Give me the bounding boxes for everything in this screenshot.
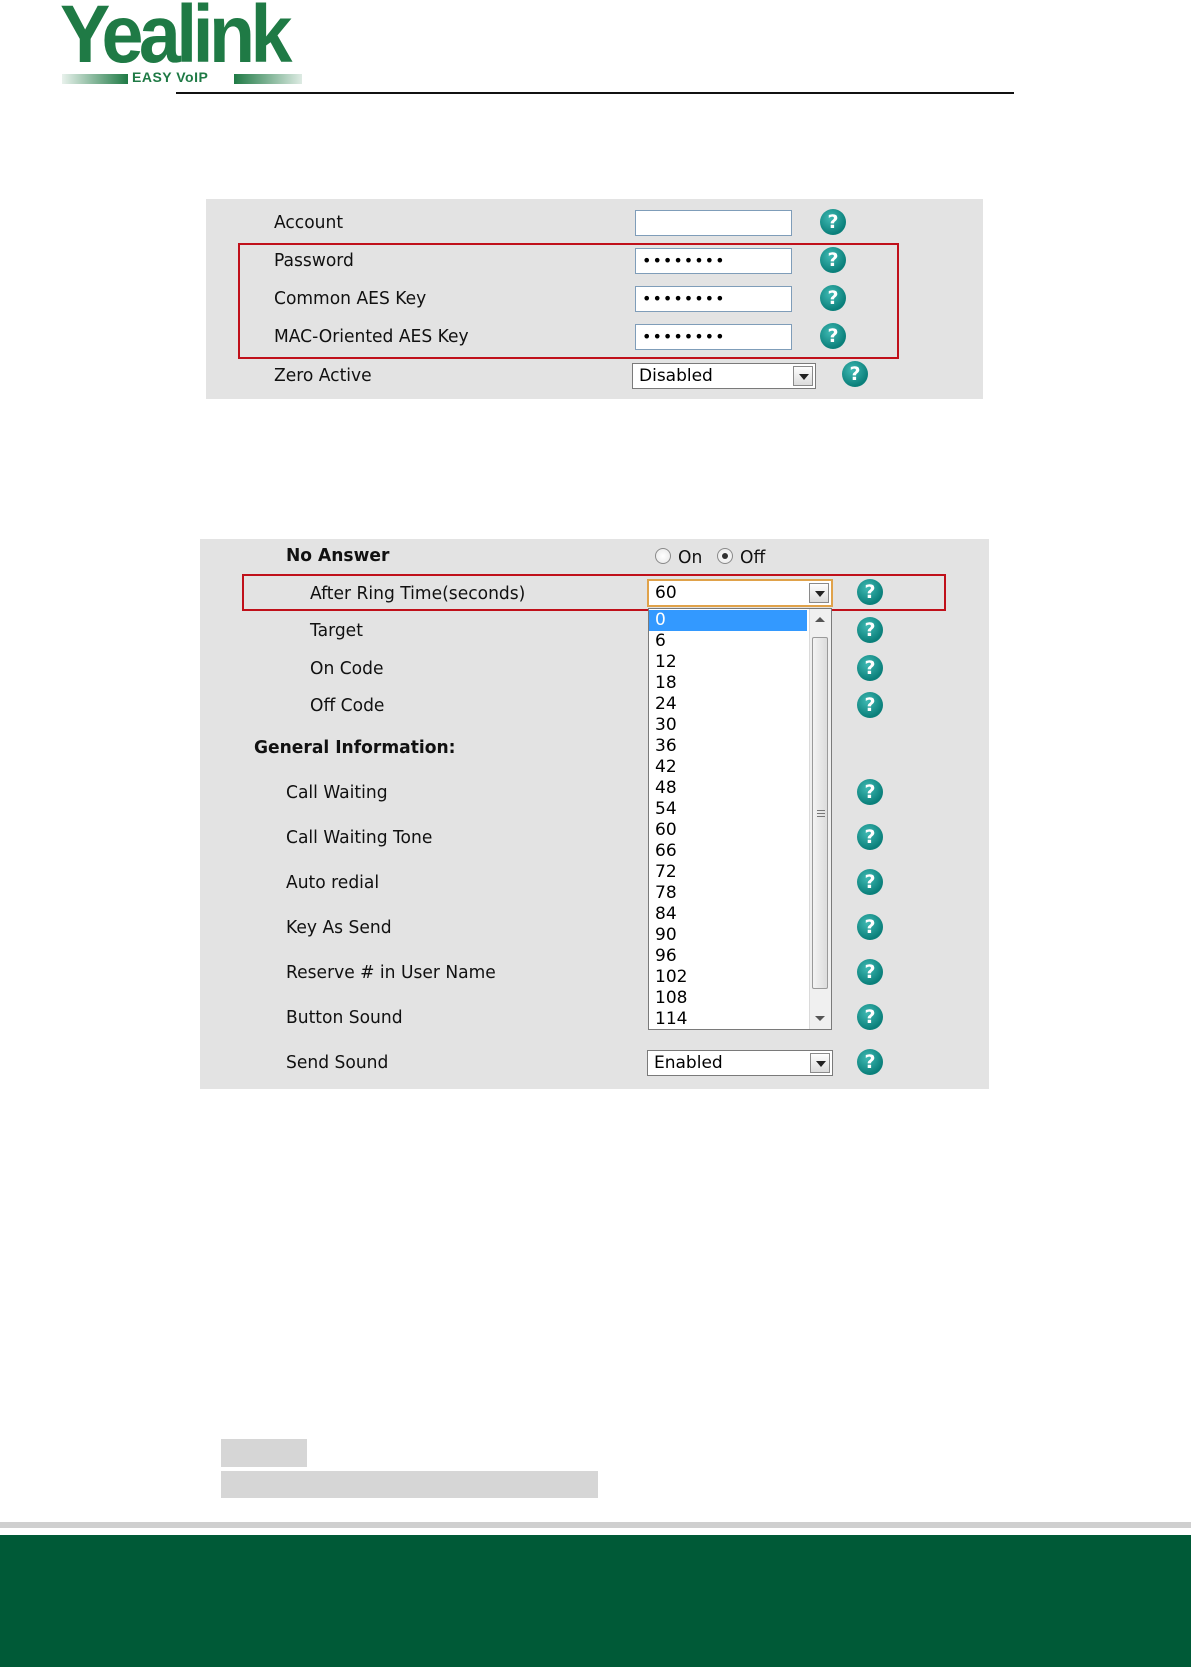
dropdown-option[interactable]: 84: [649, 904, 807, 925]
logo-bar-right: [234, 74, 302, 84]
dropdown-option[interactable]: 60: [649, 820, 807, 841]
help-icon[interactable]: ?: [857, 914, 883, 940]
dropdown-option[interactable]: 6: [649, 631, 807, 652]
dropdown-option[interactable]: 96: [649, 946, 807, 967]
dropdown-option[interactable]: 66: [649, 841, 807, 862]
header-rule: [176, 92, 1014, 94]
dropdown-option[interactable]: 18: [649, 673, 807, 694]
dropdown-option[interactable]: 108: [649, 988, 807, 1009]
call-waiting-tone-label: Call Waiting Tone: [286, 827, 433, 848]
zero-active-label: Zero Active: [274, 365, 372, 386]
no-answer-on-label: On: [678, 547, 703, 568]
call-features-panel: No Answer On Off After Ring Time(seconds…: [200, 539, 989, 1089]
help-icon[interactable]: ?: [857, 869, 883, 895]
zero-active-value: Disabled: [639, 366, 713, 386]
chevron-down-icon[interactable]: [810, 1053, 830, 1073]
highlight-box-keys: [238, 243, 899, 359]
dropdown-option[interactable]: 54: [649, 799, 807, 820]
scroll-up-icon[interactable]: [815, 617, 825, 622]
zero-active-select[interactable]: Disabled: [632, 363, 816, 389]
auto-redial-label: Auto redial: [286, 872, 380, 893]
dropdown-option[interactable]: 42: [649, 757, 807, 778]
scroll-thumb[interactable]: [812, 637, 828, 989]
logo-wordmark: Yealink: [60, 0, 292, 80]
redacted-bar: [221, 1471, 598, 1498]
dropdown-option[interactable]: 78: [649, 883, 807, 904]
scroll-down-icon[interactable]: [815, 1016, 825, 1021]
dropdown-option[interactable]: 30: [649, 715, 807, 736]
on-code-label: On Code: [310, 658, 384, 679]
send-sound-label: Send Sound: [286, 1052, 389, 1073]
off-code-label: Off Code: [310, 695, 385, 716]
dropdown-option[interactable]: 12: [649, 652, 807, 673]
logo-bar-left: [62, 74, 128, 84]
button-sound-label: Button Sound: [286, 1007, 403, 1028]
general-information-heading: General Information:: [254, 737, 456, 758]
help-icon[interactable]: ?: [857, 617, 883, 643]
after-ring-time-dropdown-list[interactable]: 0 6 12 18 24 30 36 42 48 54 60 66 72 78 84 90 96 102 108 11…: [648, 608, 832, 1030]
dropdown-option[interactable]: 114: [649, 1009, 807, 1029]
footer-divider: [0, 1522, 1191, 1528]
help-icon[interactable]: ?: [857, 655, 883, 681]
dropdown-option[interactable]: 102: [649, 967, 807, 988]
send-sound-value: Enabled: [654, 1053, 723, 1073]
dropdown-option[interactable]: 24: [649, 694, 807, 715]
target-label: Target: [310, 620, 363, 641]
no-answer-off-label: Off: [740, 547, 766, 568]
key-as-send-label: Key As Send: [286, 917, 392, 938]
redacted-bar: [221, 1439, 307, 1467]
no-answer-on-radio[interactable]: [655, 548, 671, 564]
help-icon[interactable]: ?: [857, 1049, 883, 1075]
footer-band: [0, 1535, 1191, 1667]
help-icon[interactable]: ?: [857, 692, 883, 718]
highlight-box-ring-time: [242, 574, 946, 611]
send-sound-select[interactable]: Enabled: [647, 1050, 833, 1076]
no-answer-label: No Answer: [286, 545, 390, 566]
help-icon[interactable]: ?: [842, 361, 868, 387]
logo-tagline: EASY VoIP: [132, 69, 209, 85]
help-icon[interactable]: ?: [857, 1004, 883, 1030]
account-input[interactable]: [635, 210, 792, 236]
dropdown-option[interactable]: 72: [649, 862, 807, 883]
chevron-down-icon[interactable]: [793, 366, 813, 386]
dropdown-option[interactable]: 36: [649, 736, 807, 757]
dropdown-scrollbar[interactable]: [809, 609, 831, 1029]
yealink-logo: Yealink EASY VoIP: [60, 0, 310, 92]
dropdown-option[interactable]: 0: [649, 610, 807, 631]
account-label: Account: [274, 212, 344, 233]
dropdown-option[interactable]: 48: [649, 778, 807, 799]
reserve-user-name-label: Reserve # in User Name: [286, 962, 496, 983]
help-icon[interactable]: ?: [857, 779, 883, 805]
no-answer-off-radio[interactable]: [717, 548, 733, 564]
help-icon[interactable]: ?: [857, 824, 883, 850]
dropdown-option[interactable]: 90: [649, 925, 807, 946]
help-icon[interactable]: ?: [820, 209, 846, 235]
call-waiting-label: Call Waiting: [286, 782, 388, 803]
help-icon[interactable]: ?: [857, 959, 883, 985]
